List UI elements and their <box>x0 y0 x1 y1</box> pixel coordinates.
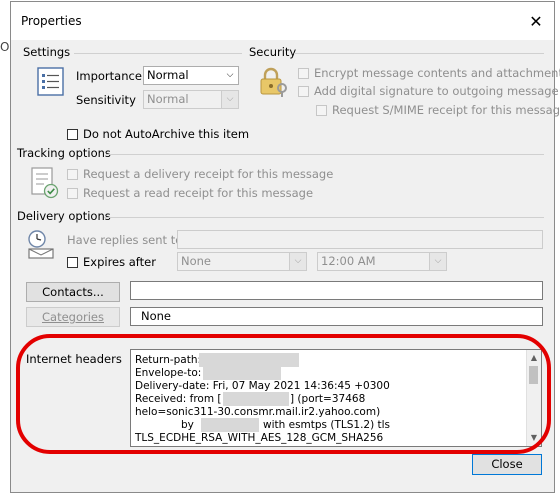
delivery-divider <box>104 217 544 218</box>
expires-time-value: 12:00 AM <box>321 254 376 268</box>
expires-label: Expires after <box>83 255 156 269</box>
close-icon[interactable]: ✕ <box>522 9 550 35</box>
delivery-receipt-checkbox[interactable] <box>67 169 78 180</box>
expires-date-select[interactable]: None ⌵ <box>177 252 307 271</box>
importance-select[interactable]: Normal ⌵ <box>143 66 239 85</box>
background-app-glyph: O <box>0 40 10 54</box>
read-receipt-label: Request a read receipt for this message <box>83 186 314 200</box>
annotation-highlight-ring <box>16 334 551 454</box>
lock-key-icon <box>258 66 290 98</box>
signature-label: Add digital signature to outgoing messag… <box>314 84 559 98</box>
dialog-title: Properties <box>21 14 82 28</box>
sensitivity-label: Sensitivity <box>76 93 136 107</box>
contacts-button[interactable]: Contacts... <box>26 282 120 302</box>
chevron-down-icon[interactable]: ⌵ <box>289 253 306 270</box>
chevron-down-icon[interactable]: ⌵ <box>429 253 446 270</box>
properties-list-icon <box>37 67 65 97</box>
tracking-divider <box>106 154 544 155</box>
security-header: Security <box>249 45 297 59</box>
tracking-header: Tracking options <box>17 146 111 160</box>
title-bar <box>11 2 554 40</box>
expires-date-value: None <box>181 254 212 268</box>
encrypt-label: Encrypt message contents and attachments <box>314 66 560 80</box>
autoarchive-checkbox[interactable] <box>67 129 78 140</box>
encrypt-checkbox[interactable] <box>298 68 309 79</box>
importance-label: Importance <box>76 69 142 83</box>
delivery-clock-icon <box>25 228 59 260</box>
replies-label: Have replies sent to <box>67 233 183 247</box>
replies-input[interactable] <box>177 230 543 249</box>
expires-time-select[interactable]: 12:00 AM ⌵ <box>317 252 447 271</box>
smime-label: Request S/MIME receipt for this message <box>332 103 560 117</box>
settings-header: Settings <box>23 45 71 59</box>
smime-checkbox[interactable] <box>316 105 327 116</box>
chevron-down-icon[interactable]: ⌵ <box>221 91 238 108</box>
tracking-checklist-icon <box>29 167 61 199</box>
close-button[interactable]: Close <box>472 454 542 475</box>
read-receipt-checkbox[interactable] <box>67 188 78 199</box>
delivery-header: Delivery options <box>17 209 111 223</box>
chevron-down-icon[interactable]: ⌵ <box>222 67 238 84</box>
expires-checkbox[interactable] <box>67 257 78 268</box>
autoarchive-label: Do not AutoArchive this item <box>83 127 250 141</box>
delivery-receipt-label: Request a delivery receipt for this mess… <box>83 167 334 181</box>
security-divider <box>294 53 544 54</box>
importance-value: Normal <box>147 68 189 82</box>
contacts-input[interactable] <box>130 281 543 300</box>
categories-button[interactable]: Categories <box>26 307 120 327</box>
signature-checkbox[interactable] <box>298 86 309 97</box>
sensitivity-value: Normal <box>147 92 189 106</box>
sensitivity-select[interactable]: Normal ⌵ <box>143 90 239 109</box>
categories-value: None <box>130 307 543 326</box>
settings-divider <box>74 53 242 54</box>
